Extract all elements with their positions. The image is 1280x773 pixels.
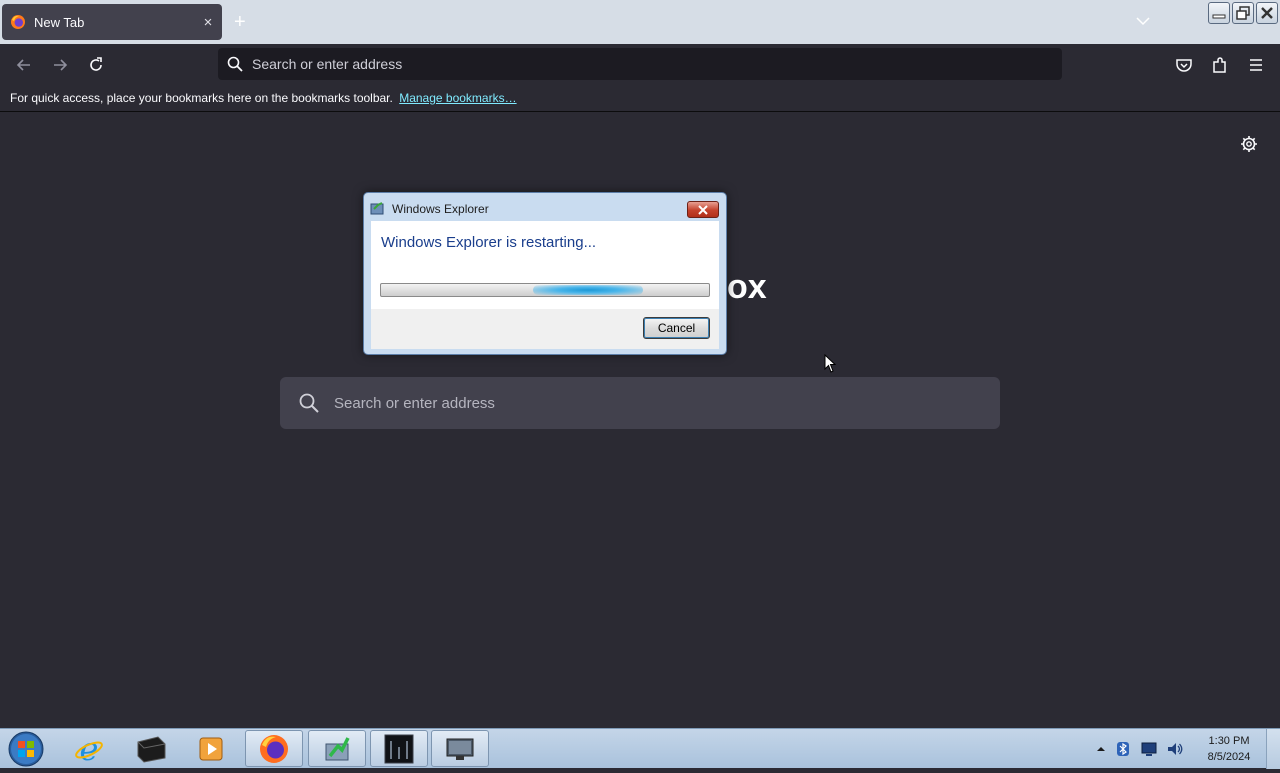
reload-icon[interactable]	[86, 55, 106, 75]
taskbar-black-box-app[interactable]	[122, 730, 180, 767]
dialog-body: Windows Explorer is restarting...	[371, 221, 719, 309]
taskbar-dark-terminal-app[interactable]	[370, 730, 428, 767]
explorer-restart-dialog: Windows Explorer Windows Explorer is res…	[363, 192, 727, 355]
forward-arrow-icon[interactable]	[50, 55, 70, 75]
extensions-icon[interactable]	[1210, 55, 1230, 75]
taskbar-green-arrow-app[interactable]	[308, 730, 366, 767]
window-controls	[1208, 2, 1278, 24]
firefox-wordmark: ox	[727, 268, 767, 306]
close-window-button[interactable]	[1256, 2, 1278, 24]
internet-explorer-icon: e	[75, 733, 103, 765]
new-tab-button[interactable]: +	[234, 10, 246, 34]
black-box-app-icon	[137, 735, 166, 763]
network-tray-icon[interactable]	[1140, 740, 1158, 758]
address-input[interactable]	[252, 56, 1062, 72]
search-icon	[299, 393, 319, 413]
close-icon	[1261, 7, 1273, 19]
search-icon	[227, 56, 243, 72]
progress-marquee	[532, 285, 643, 295]
taskbar-internet-explorer[interactable]: e	[60, 730, 118, 767]
green-arrow-app-icon	[325, 736, 350, 760]
pocket-icon[interactable]	[1174, 55, 1194, 75]
minimize-button[interactable]	[1208, 2, 1230, 24]
media-player-icon	[199, 737, 223, 760]
newtab-search-box[interactable]	[280, 377, 1000, 429]
windows-taskbar: e 1:30 PM 8/5/2024	[0, 728, 1280, 769]
clock-time: 1:30 PM	[1208, 735, 1250, 747]
restore-icon	[1236, 6, 1250, 20]
restart-progress-bar	[380, 283, 710, 297]
taskbar-media-player[interactable]	[182, 730, 240, 767]
show-desktop-button[interactable]	[1266, 729, 1280, 769]
start-button[interactable]	[6, 730, 46, 768]
notification-area	[1096, 729, 1184, 769]
address-bar[interactable]	[218, 48, 1062, 80]
gear-icon[interactable]	[1240, 135, 1258, 153]
bookmarks-toolbar: For quick access, place your bookmarks h…	[0, 86, 1280, 112]
dialog-title: Windows Explorer	[392, 202, 489, 216]
firefox-icon	[11, 15, 25, 29]
back-arrow-icon[interactable]	[14, 55, 34, 75]
clock-date: 8/5/2024	[1207, 751, 1251, 763]
browser-tab-strip: New Tab × +	[0, 0, 1280, 44]
dialog-footer: Cancel	[371, 309, 719, 349]
bluetooth-tray-icon[interactable]	[1114, 740, 1132, 758]
menu-hamburger-icon[interactable]	[1246, 55, 1266, 75]
show-hidden-icons-icon[interactable]	[1096, 744, 1106, 754]
dialog-close-button[interactable]	[687, 201, 719, 218]
tab-new-tab[interactable]: New Tab ×	[2, 4, 222, 40]
bookmarks-hint-text: For quick access, place your bookmarks h…	[10, 91, 393, 105]
tab-title: New Tab	[34, 14, 85, 30]
taskbar-firefox[interactable]	[245, 730, 303, 767]
list-all-tabs-icon[interactable]	[1134, 12, 1152, 30]
dialog-titlebar: Windows Explorer	[370, 199, 489, 219]
dark-terminal-app-icon	[384, 734, 414, 763]
monitor-app-icon	[446, 738, 474, 760]
taskbar-monitor-app[interactable]	[431, 730, 489, 767]
manage-bookmarks-link[interactable]: Manage bookmarks…	[399, 91, 516, 105]
windows-orb-icon	[8, 731, 44, 767]
tab-close-icon[interactable]: ×	[194, 14, 222, 31]
firefox-icon	[260, 734, 288, 763]
navigation-toolbar	[0, 44, 1280, 86]
minimize-icon	[1212, 14, 1226, 19]
newtab-search-input[interactable]	[334, 394, 1000, 412]
speaker-tray-icon[interactable]	[1166, 740, 1184, 758]
cancel-button[interactable]: Cancel	[643, 317, 710, 339]
system-clock[interactable]: 1:30 PM 8/5/2024	[1196, 733, 1262, 765]
mouse-pointer-icon	[824, 354, 836, 373]
close-icon	[698, 204, 708, 215]
explorer-app-icon	[370, 202, 384, 215]
dialog-message: Windows Explorer is restarting...	[381, 234, 597, 251]
restore-button[interactable]	[1232, 2, 1254, 24]
